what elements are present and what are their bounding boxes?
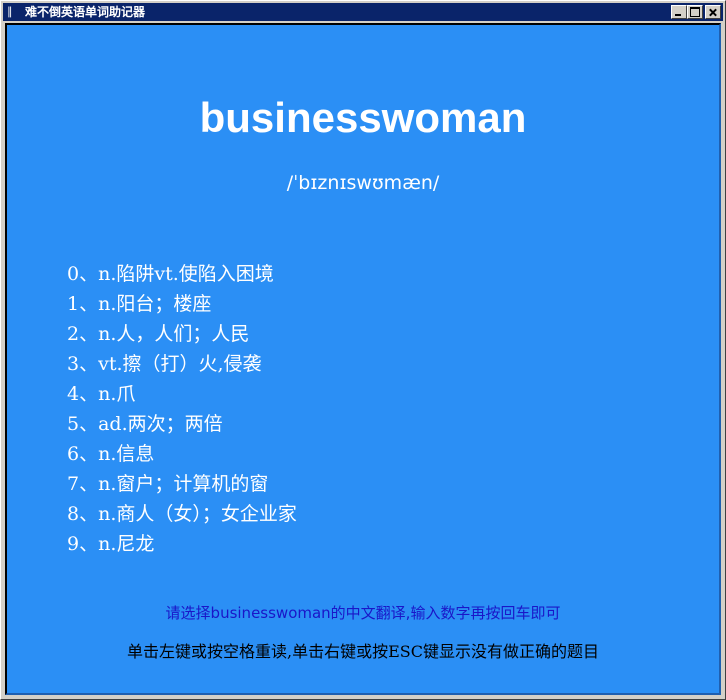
window-title: 难不倒英语单词助记器 [25, 5, 146, 19]
meaning-option-1: 1、n.阳台；楼座 [67, 293, 212, 315]
meaning-option-4: 4、n.爪 [67, 383, 136, 405]
vocabulary-word: businesswoman [199, 94, 527, 141]
phonetic-transcription: /ˈbɪznɪswʊmæn/ [286, 172, 440, 194]
controls-hint: 单击左键或按空格重读,单击右键或按ESC键显示没有做正确的题目 [127, 642, 599, 661]
meaning-option-6: 6、n.信息 [67, 443, 155, 465]
quiz-area[interactable]: businesswoman /ˈbɪznɪswʊmæn/ 0、n.陷阱vt.使陷… [5, 23, 721, 695]
meaning-option-3: 3、vt.擦（打）火,侵袭 [67, 353, 262, 375]
maximize-button[interactable] [687, 5, 703, 19]
meaning-options: 0、n.陷阱vt.使陷入困境 1、n.阳台；楼座 2、n.人，人们；人民 3、v… [67, 259, 667, 559]
close-button[interactable] [705, 5, 721, 19]
minimize-button[interactable] [671, 5, 687, 19]
meaning-option-9: 9、n.尼龙 [67, 533, 155, 555]
meaning-option-7: 7、n.窗户；计算机的窗 [67, 473, 269, 495]
meaning-option-5: 5、ad.两次；两倍 [67, 413, 223, 435]
meaning-option-0: 0、n.陷阱vt.使陷入困境 [67, 263, 274, 285]
app-icon: ∥ [7, 5, 13, 18]
meaning-option-2: 2、n.人，人们；人民 [67, 323, 250, 345]
instruction-prompt: 请选择businesswoman的中文翻译,输入数字再按回车即可 [165, 604, 561, 622]
title-bar[interactable]: ∥ 难不倒英语单词助记器 [3, 3, 723, 21]
app-window: ∥ 难不倒英语单词助记器 businesswoman /ˈbɪznɪswʊmæn… [0, 0, 726, 700]
meaning-option-8: 8、n.商人（女）；女企业家 [67, 503, 297, 525]
